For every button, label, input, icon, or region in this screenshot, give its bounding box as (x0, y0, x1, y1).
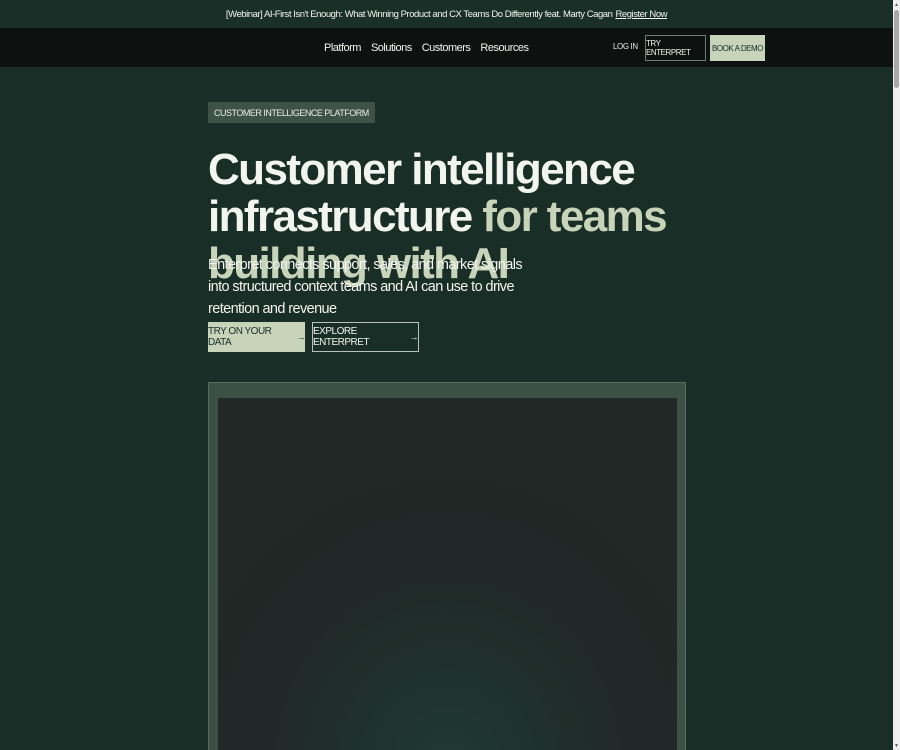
page: [Webinar] AI-First Isn't Enough: What Wi… (0, 0, 893, 750)
hero-subline: Enterpret connects support, sales, and m… (208, 257, 523, 317)
scroll-up-icon[interactable]: ▲ (893, 0, 900, 9)
try-on-your-data-button[interactable]: TRY ON YOUR DATA → (208, 322, 305, 352)
scroll-down-icon[interactable]: ▼ (893, 741, 900, 750)
scrollbar-thumb[interactable] (894, 10, 899, 88)
nav-link-platform[interactable]: Platform (324, 42, 361, 54)
nav-link-resources[interactable]: Resources (480, 42, 529, 54)
product-preview-frame (208, 382, 686, 750)
nav-link-customers[interactable]: Customers (422, 42, 471, 54)
login-link[interactable]: LOG IN (613, 42, 638, 51)
scrollbar[interactable]: ▲ ▼ (893, 0, 900, 750)
nav-link-solutions[interactable]: Solutions (371, 42, 412, 54)
book-demo-button[interactable]: BOOK A DEMO (710, 35, 765, 61)
announcement-bar: [Webinar] AI-First Isn't Enough: What Wi… (0, 0, 893, 28)
announcement-text: [Webinar] AI-First Isn't Enough: What Wi… (225, 8, 613, 20)
arrow-right-icon: → (296, 332, 306, 342)
arrow-right-icon: → (409, 332, 419, 342)
try-on-your-data-label: TRY ON YOUR DATA (208, 326, 272, 348)
register-now-link[interactable]: Register Now (615, 9, 667, 20)
nav-links: Platform Solutions Customers Resources (324, 28, 529, 67)
main-nav: Platform Solutions Customers Resources L… (0, 28, 893, 67)
explore-enterpret-label: EXPLORE ENTERPRET (313, 326, 370, 348)
explore-enterpret-button[interactable]: EXPLORE ENTERPRET → (312, 322, 419, 352)
hero-badge: CUSTOMER INTELLIGENCE PLATFORM (208, 102, 375, 123)
product-preview-screen (218, 398, 677, 750)
try-enterpret-button[interactable]: TRY ENTERPRET (645, 35, 706, 61)
